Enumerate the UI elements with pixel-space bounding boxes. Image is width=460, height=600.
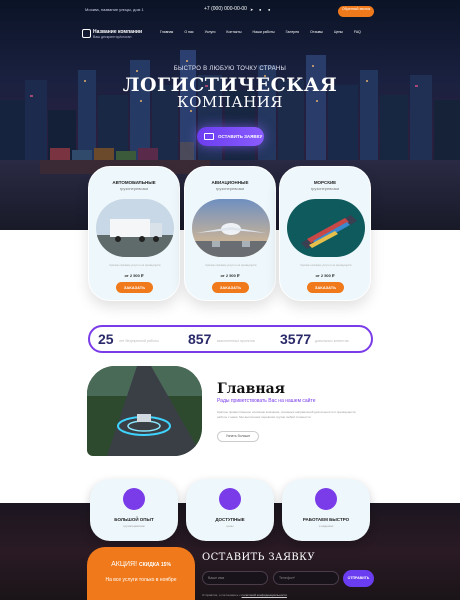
feature-title: ДОСТУПНЫЕ	[215, 517, 245, 522]
service-title: АВИАЦИОННЫЕ	[211, 180, 249, 185]
order-button[interactable]: ЗАКАЗАТЬ	[212, 282, 249, 293]
nav-menu: Главная О нас Услуги Контакты Наши работ…	[160, 30, 372, 34]
hero-title-line2: КОМПАНИЯ	[177, 93, 283, 111]
mail-icon	[204, 133, 214, 140]
privacy-policy-link[interactable]: политикой конфиденциальности	[242, 593, 287, 597]
service-card-auto: АВТОМОБИЛЬНЫЕ грузоперевозки Краткое опи…	[88, 166, 180, 301]
logo-icon[interactable]	[82, 29, 91, 38]
nav-item-about[interactable]: О нас	[184, 30, 193, 34]
service-description: Краткое описание услуги и её преимуществ	[300, 264, 352, 267]
nav-item-faq[interactable]: FAQ	[354, 30, 361, 34]
stat-years-number: 25	[98, 331, 114, 347]
promo-discount: СКИДКА 15%	[139, 562, 171, 568]
promo-banner: АКЦИЯ! СКИДКА 15% На все услуги только в…	[87, 547, 195, 600]
stats-bar: 25 лет безупречной работы 857 выполненны…	[88, 325, 373, 353]
top-bar: Москва, название улицы, дом 1 +7 (000) 0…	[0, 5, 460, 19]
telegram-icon[interactable]: ➤	[250, 7, 253, 12]
hero-request-button[interactable]: ОСТАВИТЬ ЗАЯВКУ	[197, 127, 264, 146]
service-description: Краткое описание услуги и её преимуществ	[205, 264, 257, 267]
feature-card-experience: БОЛЬШОЙ ОПЫТ грузоперевозок	[90, 479, 178, 541]
about-text: Краткое приветственное описание компании…	[217, 410, 356, 419]
airplane-photo	[192, 199, 270, 257]
whatsapp-icon[interactable]: ●	[259, 7, 261, 12]
consent-text: Отправляя, я соглашаюсь с политикой конф…	[202, 593, 287, 597]
callback-button[interactable]: Обратный звонок	[338, 6, 374, 17]
stat-years-label: лет безупречной работы	[119, 339, 159, 343]
nav-item-home[interactable]: Главная	[160, 30, 173, 34]
phone-link[interactable]: +7 (000) 000-00-00	[204, 6, 247, 12]
order-button[interactable]: ЗАКАЗАТЬ	[307, 282, 344, 293]
service-card-air: АВИАЦИОННЫЕ грузоперевозки Краткое описа…	[184, 166, 276, 301]
stat-clients-number: 3577	[280, 331, 312, 347]
service-price: от 2 500 ₽	[124, 273, 144, 278]
nav-item-contacts[interactable]: Контакты	[226, 30, 241, 34]
container-ship-photo	[287, 199, 365, 257]
nav-item-services[interactable]: Услуги	[205, 30, 216, 34]
service-price: от 2 500 ₽	[220, 273, 240, 278]
promo-label: АКЦИЯ!	[111, 561, 138, 568]
stat-projects-number: 857	[188, 331, 212, 347]
nav-item-reviews[interactable]: Отзывы	[310, 30, 323, 34]
truck-photo	[96, 199, 174, 257]
hero-subtitle: БЫСТРО В ЛЮБУЮ ТОЧКУ СТРАНЫ	[173, 66, 287, 72]
about-highway-image	[87, 366, 202, 456]
feature-subtitle: грузоперевозок	[123, 524, 145, 528]
stat-clients-label: довольных клиентов	[315, 339, 349, 343]
service-price: от 2 500 ₽	[315, 273, 335, 278]
learn-more-button[interactable]: Узнать больше	[217, 431, 259, 442]
brand-tagline: Ваш дескриптор/слоган	[93, 35, 132, 39]
vk-icon[interactable]: ●	[268, 7, 270, 12]
truck-icon	[219, 488, 241, 510]
form-title: ОСТАВИТЬ ЗАЯВКУ	[202, 552, 315, 563]
service-subtitle: грузоперевозки	[215, 186, 245, 191]
feature-subtitle: и надежно	[318, 524, 334, 528]
promo-text: На все услуги только в ноябре	[105, 577, 177, 583]
order-button[interactable]: ЗАКАЗАТЬ	[116, 282, 153, 293]
feature-card-fast: РАБОТАЕМ БЫСТРО и надежно	[282, 479, 370, 541]
name-input[interactable]: Ваше имя	[202, 571, 268, 585]
nav-item-gallery[interactable]: Галерея	[286, 30, 299, 34]
service-card-sea: МОРСКИЕ грузоперевозки Краткое описание …	[279, 166, 371, 301]
about-title: Главная	[217, 381, 285, 397]
stat-projects-label: выполненных проектов	[217, 339, 255, 343]
promo-heading: АКЦИЯ! СКИДКА 15%	[87, 561, 195, 568]
service-subtitle: грузоперевозки	[119, 186, 149, 191]
feature-subtitle: цены	[226, 524, 234, 528]
nav-item-prices[interactable]: Цены	[334, 30, 343, 34]
hero-button-label: ОСТАВИТЬ ЗАЯВКУ	[218, 134, 263, 139]
feature-title: БОЛЬШОЙ ОПЫТ	[114, 517, 154, 522]
phone-input[interactable]: Телефон*	[273, 571, 339, 585]
about-subtitle: Рады приветствовать Вас на нашем сайте	[217, 398, 316, 404]
service-subtitle: грузоперевозки	[310, 186, 340, 191]
address-text: Москва, название улицы, дом 1	[85, 7, 144, 12]
service-description: Краткое описание услуги и её преимуществ	[109, 264, 161, 267]
nav-item-works[interactable]: Наши работы	[253, 30, 275, 34]
service-title: МОРСКИЕ	[313, 180, 337, 185]
box-icon	[123, 488, 145, 510]
main-nav: Название компании Ваш дескриптор/слоган …	[0, 27, 460, 43]
service-title: АВТОМОБИЛЬНЫЕ	[112, 180, 156, 185]
delivery-icon	[315, 488, 337, 510]
feature-title: РАБОТАЕМ БЫСТРО	[302, 517, 350, 522]
feature-card-prices: ДОСТУПНЫЕ цены	[186, 479, 274, 541]
submit-button[interactable]: ОТПРАВИТЬ	[343, 570, 374, 587]
